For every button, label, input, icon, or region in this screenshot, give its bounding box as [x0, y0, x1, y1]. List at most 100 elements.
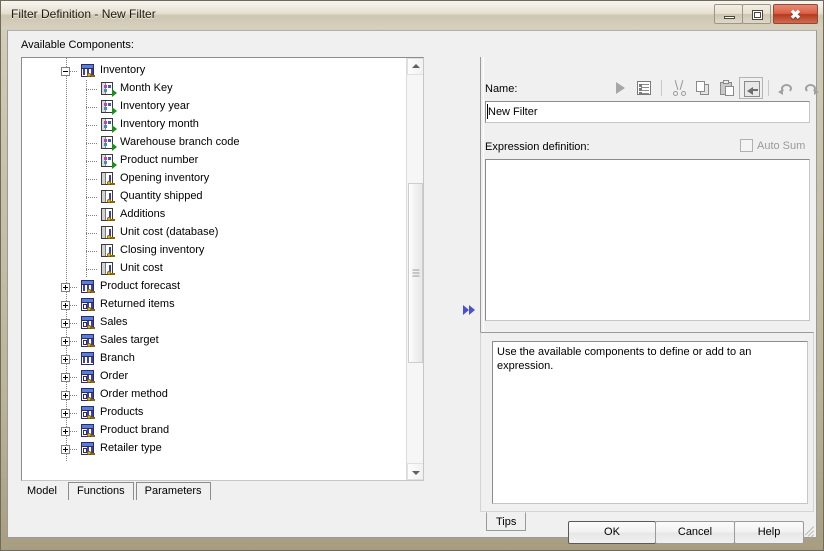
- expand-icon[interactable]: [61, 301, 70, 310]
- expand-icon[interactable]: [61, 409, 70, 418]
- tree-item[interactable]: Product number: [22, 152, 408, 170]
- tab-tips[interactable]: Tips: [486, 512, 527, 531]
- title-bar[interactable]: Filter Definition - New Filter ✖: [1, 1, 823, 29]
- maximize-button[interactable]: [742, 4, 771, 24]
- help-button[interactable]: Help: [734, 521, 804, 544]
- tree-item[interactable]: Warehouse branch code: [22, 134, 408, 152]
- toolbar-separator-2: [768, 80, 769, 96]
- tree-item[interactable]: Order: [22, 368, 408, 386]
- tree-scrollbar[interactable]: [406, 58, 423, 480]
- minimize-button[interactable]: [714, 4, 743, 24]
- dim-table-icon: [80, 370, 96, 385]
- measure-icon: [100, 208, 116, 223]
- measure-icon: [100, 262, 116, 277]
- copy-button[interactable]: [691, 77, 715, 99]
- expand-icon[interactable]: [61, 373, 70, 382]
- expand-icon[interactable]: [61, 355, 70, 364]
- tree-item[interactable]: Month Key: [22, 80, 408, 98]
- tab-model[interactable]: Model: [21, 482, 66, 501]
- expand-icon[interactable]: [61, 283, 70, 292]
- scissors-icon: [673, 80, 686, 96]
- tree-content: Inventory Month Key Inventory year Inventor…: [22, 58, 408, 480]
- tree-item-label: Month Key: [120, 82, 173, 94]
- expand-icon[interactable]: [61, 445, 70, 454]
- tree-item[interactable]: Closing inventory: [22, 242, 408, 260]
- name-input[interactable]: New Filter: [485, 101, 810, 123]
- query-item-icon: [100, 82, 117, 97]
- redo-icon: [802, 82, 819, 95]
- auto-sum-checkbox-row[interactable]: Auto Sum: [740, 139, 805, 152]
- available-components-tree[interactable]: Inventory Month Key Inventory year Inventor…: [21, 57, 424, 481]
- tree-guide-line: [86, 233, 97, 234]
- tree-scroll-up-button[interactable]: [407, 58, 423, 75]
- tree-item[interactable]: Order method: [22, 386, 408, 404]
- paste-button[interactable]: [715, 77, 739, 99]
- cancel-button[interactable]: Cancel: [655, 521, 735, 544]
- minimize-icon: [724, 16, 735, 19]
- redo-button[interactable]: [798, 77, 822, 99]
- add-to-expression-button[interactable]: [463, 303, 481, 317]
- tree-item[interactable]: Sales: [22, 314, 408, 332]
- tree-item-label: Returned items: [100, 298, 175, 310]
- expand-icon[interactable]: [61, 427, 70, 436]
- paste-special-button[interactable]: [739, 77, 763, 99]
- tree-scrollbar-thumb[interactable]: [408, 183, 423, 363]
- maximize-icon: [752, 10, 763, 20]
- undo-button[interactable]: [774, 77, 798, 99]
- expand-icon[interactable]: [61, 337, 70, 346]
- tree-item[interactable]: Unit cost: [22, 260, 408, 278]
- auto-sum-label: Auto Sum: [757, 139, 806, 152]
- available-components-label: Available Components:: [21, 39, 134, 51]
- tree-guide-line: [86, 89, 97, 90]
- measure-icon: [100, 172, 116, 187]
- tree-item[interactable]: Product brand: [22, 422, 408, 440]
- tree-item[interactable]: Inventory: [22, 62, 408, 80]
- component-source-tabs: Model Functions Parameters: [21, 482, 213, 502]
- tree-item[interactable]: Unit cost (database): [22, 224, 408, 242]
- list-icon: [637, 81, 651, 95]
- run-button[interactable]: [608, 77, 632, 99]
- collapse-icon[interactable]: [61, 67, 70, 76]
- tree-item[interactable]: Inventory month: [22, 116, 408, 134]
- expression-definition-input[interactable]: [485, 159, 810, 321]
- paste-icon: [720, 80, 735, 96]
- window-title: Filter Definition - New Filter: [11, 7, 156, 21]
- tree-item-label: Inventory year: [120, 100, 190, 112]
- tree-item[interactable]: Quantity shipped: [22, 188, 408, 206]
- tree-item[interactable]: Inventory year: [22, 98, 408, 116]
- tree-item[interactable]: Branch: [22, 350, 408, 368]
- tree-item[interactable]: Product forecast: [22, 278, 408, 296]
- close-button[interactable]: ✖: [773, 4, 818, 24]
- resize-grip[interactable]: [800, 521, 814, 538]
- dim-table-icon: [80, 388, 96, 403]
- validate-button[interactable]: [632, 77, 656, 99]
- dim-table-icon: [80, 298, 96, 313]
- auto-sum-checkbox[interactable]: [740, 139, 753, 152]
- dim-table-icon: [80, 316, 96, 331]
- tree-item[interactable]: Returned items: [22, 296, 408, 314]
- cut-button[interactable]: [667, 77, 691, 99]
- double-arrow-right-icon: [463, 305, 481, 315]
- tree-item-label: Product number: [120, 154, 199, 166]
- query-item-icon: [100, 154, 117, 169]
- tree-guide-line: [86, 161, 97, 162]
- dialog-client-area: Available Components: Inventory Month Key…: [7, 30, 819, 544]
- tips-text: Use the available components to define o…: [492, 341, 808, 504]
- tree-item[interactable]: Products: [22, 404, 408, 422]
- measure-icon: [100, 190, 116, 205]
- tree-item-label: Additions: [120, 208, 166, 220]
- plain-table-icon: [80, 352, 96, 367]
- tree-item[interactable]: Opening inventory: [22, 170, 408, 188]
- tab-parameters[interactable]: Parameters: [135, 482, 211, 500]
- tree-item[interactable]: Retailer type: [22, 440, 408, 458]
- tree-scroll-down-button[interactable]: [407, 463, 423, 480]
- tree-item[interactable]: Sales target: [22, 332, 408, 350]
- ok-button[interactable]: OK: [568, 521, 656, 544]
- tab-functions[interactable]: Functions: [67, 482, 134, 500]
- text-caret: [487, 104, 488, 119]
- toolbar-separator: [661, 80, 662, 96]
- expand-icon[interactable]: [61, 391, 70, 400]
- tree-item[interactable]: Additions: [22, 206, 408, 224]
- expand-icon[interactable]: [61, 319, 70, 328]
- filter-definition-window: Filter Definition - New Filter ✖ Availab…: [0, 0, 824, 551]
